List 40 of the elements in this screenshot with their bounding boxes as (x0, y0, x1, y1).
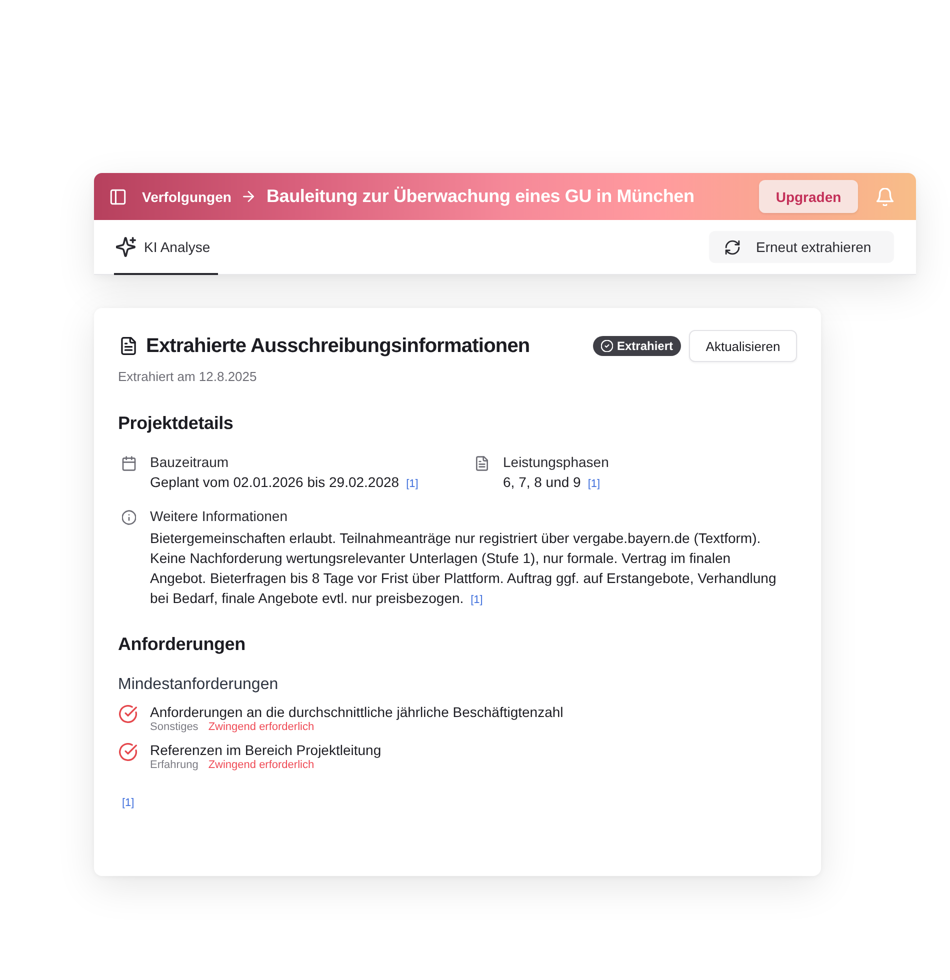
extraction-date: Extrahiert am 12.8.2025 (118, 369, 258, 384)
sparkles-icon (116, 236, 136, 256)
citation-link[interactable]: [1] (122, 797, 134, 809)
document-icon (475, 456, 489, 471)
subsection-heading: Mindestanforderungen (118, 676, 280, 694)
requirement-category: Sonstiges (150, 721, 198, 733)
tab[interactable]: KI Analyse (114, 220, 218, 275)
citation-link[interactable]: [1] (470, 594, 483, 606)
document-icon (121, 337, 136, 355)
check-circle-icon (119, 705, 137, 723)
section-heading: Projektdetails (118, 413, 234, 434)
requirement-obligation: Zwingend erforderlich (208, 721, 314, 733)
update-button[interactable]: Aktualisieren (689, 330, 797, 362)
breadcrumb-link[interactable]: Verfolgungen (142, 188, 232, 204)
upgrade-button[interactable]: Upgraden (759, 180, 858, 213)
reextract-button[interactable]: Erneut extrahieren (709, 231, 894, 263)
requirement-title: Referenzen im Bereich Projektleitung (150, 742, 382, 758)
field-label: Weitere Informationen (150, 508, 288, 524)
refresh-icon (725, 240, 740, 254)
requirement-title: Anforderungen an die durchschnittliche jährliche Beschäftigtenzahl (150, 704, 564, 720)
requirement-obligation: Zwingend erforderlich (208, 759, 314, 771)
page-title: Bauleitung zur Überwachung eines GU in München (266, 186, 694, 207)
citation-link[interactable]: [1] (406, 478, 418, 490)
field-value: Bietergemeinschaften erlaubt. Teilnahmeanträge nur registriert über vergabe.bayern.de (Textform). Keine Nachforderung wertungsrelevanter Unterlagen (Stufe 1), nur formale. Vertrag im finalen Angebot. Bieterfragen bis 8 Tage vor Frist über Plattform. Auftrag ggf. auf Erstangebote, Verhandlung bei Bedarf, finale Angebote evtl. nur preisbezogen. [1] (150, 529, 778, 608)
requirement-category: Erfahrung (150, 759, 198, 771)
info-icon (122, 510, 136, 525)
sidebar-icon (110, 188, 126, 204)
status-badge: Extrahiert (592, 336, 681, 356)
field-label: Leistungsphasen (503, 454, 609, 470)
arrow-right-icon (243, 191, 254, 202)
check-circle-icon (119, 743, 137, 761)
field-value: Geplant vom 02.01.2026 bis 29.02.2028 (150, 474, 400, 490)
section-heading: Anforderungen (118, 634, 246, 655)
field-value: 6, 7, 8 und 9 (503, 474, 581, 490)
card-title: Extrahierte Ausschreibungsinformationen (146, 334, 530, 358)
bell-icon (876, 188, 894, 206)
citation-link[interactable]: [1] (588, 478, 600, 490)
calendar-icon (122, 456, 136, 471)
field-label: Bauzeitraum (150, 454, 230, 470)
sidebar-toggle-button[interactable] (110, 188, 126, 204)
